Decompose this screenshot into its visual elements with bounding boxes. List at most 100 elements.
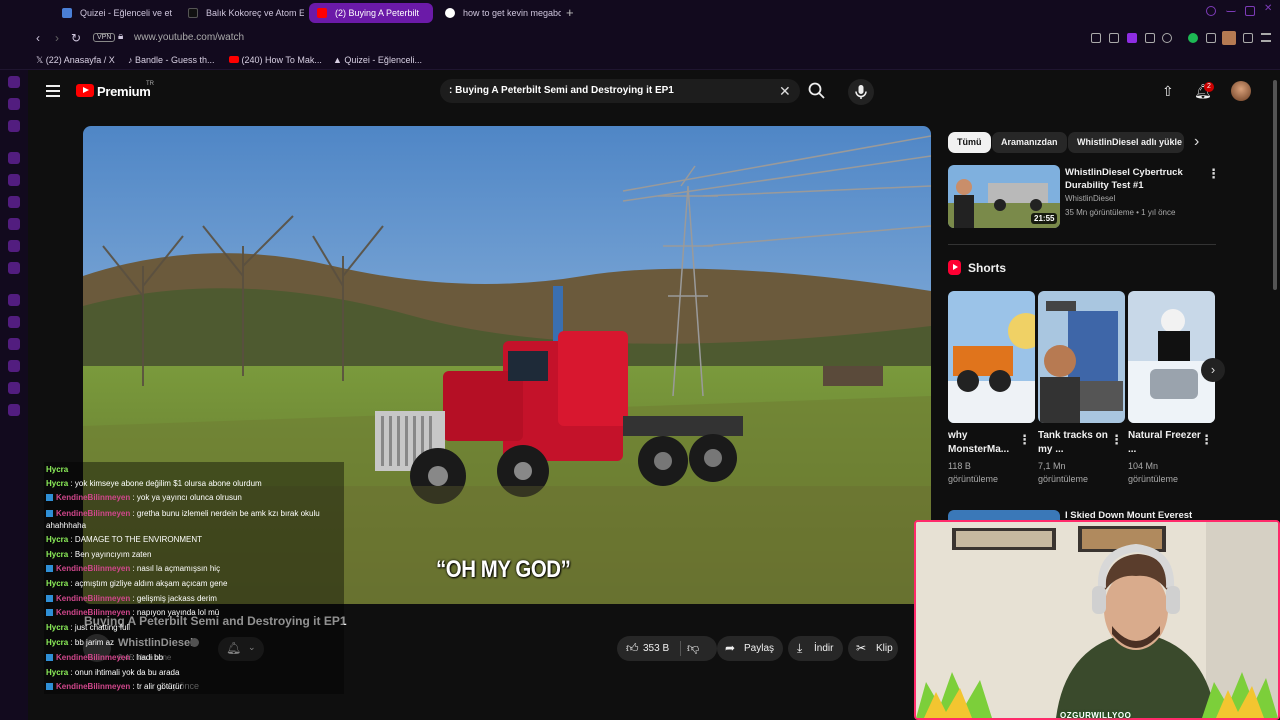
youtube-logo-icon[interactable] (76, 84, 94, 97)
short-thumbnail[interactable] (948, 291, 1035, 423)
sidebar-app-icon[interactable] (8, 196, 20, 208)
share-button[interactable]: ➦ Paylaş (717, 636, 783, 661)
snapshot-icon[interactable] (1109, 33, 1119, 43)
chat-message: Hycra : bb jarim az (46, 638, 114, 647)
bookmark-label: Bandle - Guess th... (135, 55, 215, 65)
heart-icon[interactable] (1162, 33, 1172, 43)
forward-icon[interactable]: › (55, 31, 59, 45)
sidebar-app-icon[interactable] (8, 174, 20, 186)
extension-icon[interactable] (1188, 33, 1198, 43)
scrollbar-thumb[interactable] (1273, 80, 1277, 290)
bookmark-icon[interactable] (1091, 33, 1101, 43)
chat-user: Hycra (46, 465, 69, 474)
extensions-puzzle-icon[interactable] (1206, 33, 1216, 43)
account-avatar[interactable] (1231, 81, 1251, 101)
player-icon[interactable] (1145, 33, 1155, 43)
lock-icon[interactable]: 🔒︎ (118, 31, 123, 42)
short-title[interactable]: why MonsterMa... (948, 429, 1024, 457)
bookmark-youtube[interactable]: (240) How To Mak... (229, 55, 322, 65)
sidebar-app-icon[interactable] (8, 120, 20, 132)
more-options-icon[interactable]: ⋮ (1018, 432, 1031, 448)
search-icon[interactable] (806, 80, 828, 102)
chevron-right-icon[interactable]: › (1194, 133, 1199, 151)
download-icon: ⤓ (797, 641, 803, 655)
maximize-icon[interactable] (1245, 6, 1255, 16)
chip-all[interactable]: Tümü (948, 132, 991, 153)
recommended-video-channel[interactable]: WhistlinDiesel (1065, 194, 1115, 203)
url-field[interactable]: www.youtube.com/watch (134, 32, 244, 43)
tab-quizei[interactable]: Quizei - Eğlenceli ve etkile (54, 3, 172, 23)
chat-username: Hycra (46, 623, 69, 632)
sidebar-app-icon[interactable] (8, 152, 20, 164)
vpn-badge[interactable]: VPN (93, 33, 116, 42)
guide-menu-icon[interactable] (46, 85, 60, 97)
sidebar-app-icon[interactable] (8, 262, 20, 274)
tiktok-icon (188, 8, 198, 18)
like-count[interactable]: 353 B (643, 643, 669, 654)
chat-text: yok kimseye abone değilim $1 olursa abon… (72, 479, 262, 488)
search-tabs-icon[interactable] (1206, 6, 1216, 16)
bookmark-quizei[interactable]: ▲ Quizei - Eğlenceli... (333, 55, 422, 65)
tab-tiktok[interactable]: Balık Kokoreç ve Atom Ek (180, 3, 304, 23)
chip-channel-uploads[interactable]: WhistlinDiesel adlı yükle (1068, 132, 1184, 153)
short-views-label: görüntüleme (948, 474, 999, 484)
back-icon[interactable]: ‹ (36, 31, 40, 45)
more-options-icon[interactable]: ⋮ (1200, 432, 1213, 448)
new-tab-button[interactable]: + (566, 5, 574, 20)
chat-text: napıyon yayında lol mü (134, 608, 220, 617)
short-thumbnail[interactable] (1128, 291, 1215, 423)
chat-message: KendineBilinmeyen : napıyon yayında lol … (46, 608, 219, 617)
chat-username: Hycra (46, 579, 69, 588)
sidebar-app-icon[interactable] (8, 360, 20, 372)
platform-icon (46, 510, 53, 517)
tab-youtube-active[interactable]: (2) Buying A Peterbilt (309, 3, 433, 23)
upload-icon[interactable]: ⇧ (1162, 83, 1174, 100)
favicon-icon (62, 8, 72, 18)
shorts-next-button[interactable]: › (1201, 358, 1225, 382)
download-button[interactable]: ⤓ İndir (788, 636, 843, 661)
short-title[interactable]: Natural Freezer ... (1128, 429, 1204, 457)
bookmark-bandle[interactable]: ♪ Bandle - Guess th... (128, 55, 215, 65)
profile-avatar[interactable] (1222, 31, 1236, 45)
menu-icon[interactable] (1261, 33, 1271, 42)
more-options-icon[interactable]: ⋮ (1110, 432, 1123, 448)
sidebar-app-icon[interactable] (8, 240, 20, 252)
thumbnail-image (1038, 291, 1125, 423)
close-window-icon[interactable]: ✕ (1264, 3, 1274, 14)
recommended-video-title[interactable]: WhistlinDiesel Cybertruck Durability Tes… (1065, 166, 1205, 192)
chat-message: Hycra : Ben yayıncıyım zaten (46, 550, 151, 559)
reload-icon[interactable]: ↻ (71, 31, 81, 45)
sidebar-app-icon[interactable] (8, 76, 20, 88)
sidebar-app-icon[interactable] (8, 338, 20, 350)
chat-message: KendineBilinmeyen : gretha bunu izlemeli… (46, 508, 330, 532)
voice-search-button[interactable] (848, 79, 874, 105)
download-icon[interactable] (1243, 33, 1253, 43)
sidebar-app-icon[interactable] (8, 218, 20, 230)
thumbnail-image (948, 291, 1035, 423)
short-title[interactable]: Tank tracks on my ... (1038, 429, 1114, 457)
chat-message: Hycra : onun ihtimali yok da bu arada (46, 668, 179, 677)
sidebar-app-icon[interactable] (8, 404, 20, 416)
scissors-icon: ✂ (856, 641, 867, 655)
chat-text: bb jarim az (72, 638, 115, 647)
like-icon[interactable]: 👍︎ (626, 641, 639, 656)
bookmark-x[interactable]: 𝕏 (22) Anasayfa / X (36, 55, 115, 66)
sidebar-app-icon[interactable] (8, 294, 20, 306)
shield-icon[interactable] (1127, 33, 1137, 43)
tab-google[interactable]: how to get kevin megabo (437, 3, 561, 23)
chip-from-search[interactable]: Aramanızdan (992, 132, 1067, 153)
chat-username: Hycra (46, 668, 69, 677)
dislike-icon[interactable]: 👎︎ (687, 641, 699, 656)
sidebar-app-icon[interactable] (8, 98, 20, 110)
clear-search-icon[interactable]: ✕ (779, 83, 791, 100)
sidebar-app-icon[interactable] (8, 316, 20, 328)
more-options-icon[interactable]: ⋮ (1207, 166, 1220, 182)
clip-button[interactable]: ✂ Klip (848, 636, 898, 661)
minimize-icon[interactable] (1226, 6, 1236, 12)
premium-brand[interactable]: Premium (97, 84, 151, 99)
chat-message: KendineBilinmeyen : nasıl la açmamışsın … (46, 564, 220, 573)
search-input[interactable]: : Buying A Peterbilt Semi and Destroying… (449, 85, 674, 96)
chat-username: Hycra (46, 535, 69, 544)
short-thumbnail[interactable] (1038, 291, 1125, 423)
sidebar-app-icon[interactable] (8, 382, 20, 394)
